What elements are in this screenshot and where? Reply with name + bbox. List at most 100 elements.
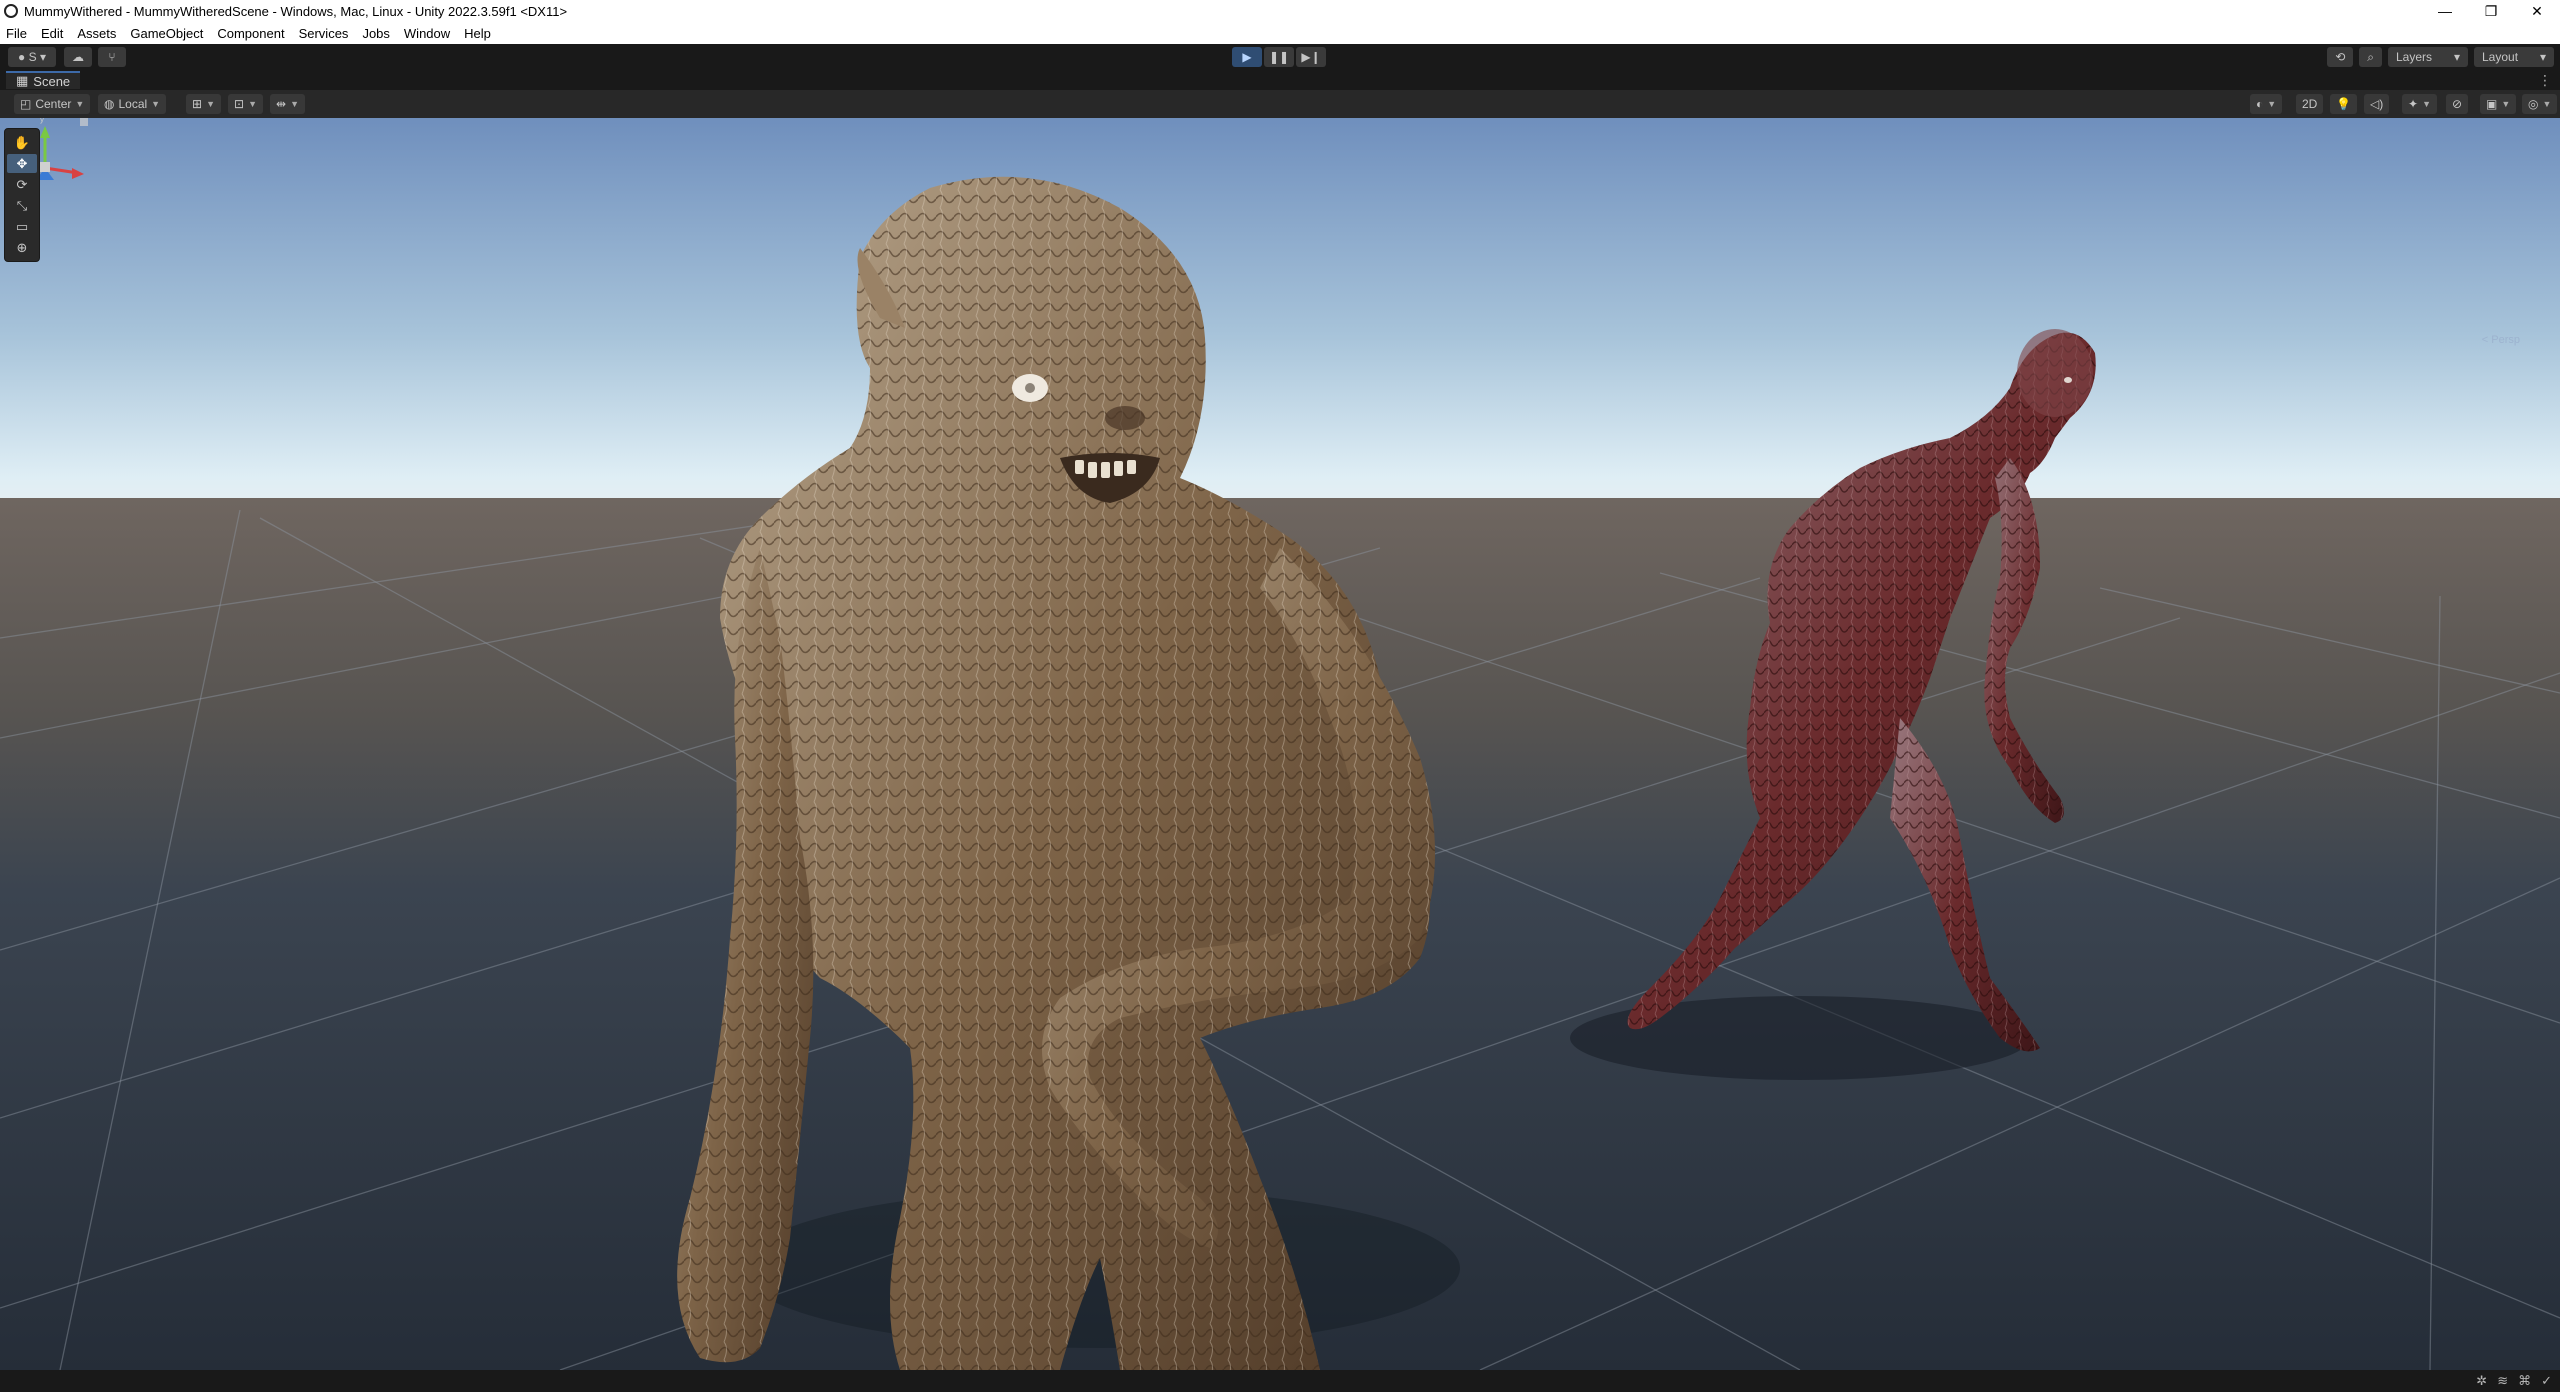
effects-icon: ✦ bbox=[2408, 97, 2419, 111]
lightbulb-icon: 💡 bbox=[2336, 97, 2351, 111]
pause-icon: ❚❚ bbox=[1268, 50, 1290, 64]
chevron-down-icon: ▼ bbox=[75, 99, 85, 109]
step-button[interactable]: ▶❙ bbox=[1296, 47, 1326, 67]
play-button[interactable]: ▶ bbox=[1232, 47, 1262, 67]
menu-gameobject[interactable]: GameObject bbox=[130, 26, 203, 41]
chevron-down-icon: ▼ bbox=[290, 99, 299, 109]
vertex-snap-dropdown[interactable]: ⇹ ▼ bbox=[270, 94, 305, 114]
shading-sphere-icon: ◐ bbox=[2256, 97, 2264, 111]
pivot-icon: ◰ bbox=[20, 97, 32, 111]
rect-icon: ▭ bbox=[15, 218, 29, 234]
menu-help[interactable]: Help bbox=[464, 26, 491, 41]
menu-assets[interactable]: Assets bbox=[77, 26, 116, 41]
undo-history-button[interactable]: ⟲ bbox=[2327, 47, 2354, 67]
menu-services[interactable]: Services bbox=[299, 26, 349, 41]
step-icon: ▶❙ bbox=[1301, 50, 1321, 64]
lighting-toggle[interactable]: 💡 bbox=[2330, 94, 2357, 114]
minimize-button[interactable]: — bbox=[2422, 0, 2468, 22]
speaker-icon: ◁) bbox=[2370, 97, 2384, 111]
maximize-button[interactable]: ❐ bbox=[2468, 0, 2514, 22]
unity-logo-icon bbox=[4, 4, 18, 18]
play-icon: ▶ bbox=[1242, 50, 1252, 64]
pivot-rotation-dropdown[interactable]: ◍ Local ▼ bbox=[98, 94, 167, 114]
menu-file[interactable]: File bbox=[6, 26, 27, 41]
pause-button[interactable]: ❚❚ bbox=[1264, 47, 1294, 67]
grid-snapping-dropdown[interactable]: ⊞ ▼ bbox=[186, 94, 221, 114]
close-button[interactable]: ✕ bbox=[2514, 0, 2560, 22]
branch-icon: ⑂ bbox=[108, 50, 116, 64]
snap-icon: ⊡ bbox=[234, 97, 245, 111]
cloud-icon: ☁ bbox=[72, 50, 84, 64]
status-bar: ✲ ≋ ⌘ ✓ bbox=[0, 1370, 2560, 1392]
move-icon: ✥ bbox=[16, 155, 28, 171]
scene-toolbar: ◰ Center ▼ ◍ Local ▼ ⊞ ▼ ⊡ ▼ ⇹ ▼ ◐ ▼ 2D … bbox=[0, 90, 2560, 118]
chevron-down-icon: ▼ bbox=[206, 99, 215, 109]
2d-toggle[interactable]: 2D bbox=[2296, 94, 2324, 114]
grid-icon: ⊞ bbox=[192, 97, 203, 111]
projection-label[interactable]: < Persp bbox=[2482, 334, 2520, 346]
pivot-mode-dropdown[interactable]: ◰ Center ▼ bbox=[14, 94, 91, 114]
2d-label: 2D bbox=[2302, 97, 2318, 111]
chevron-down-icon: ▾ bbox=[2539, 50, 2546, 64]
eye-slash-icon: ⊘ bbox=[2452, 97, 2463, 111]
gizmos-dropdown[interactable]: ◎ ▼ bbox=[2522, 94, 2558, 114]
window-title: MummyWithered - MummyWitheredScene - Win… bbox=[24, 3, 568, 19]
menu-component[interactable]: Component bbox=[217, 26, 284, 41]
tool-palette: ✋ ✥ ⟳ ⤡ ▭ ⊕ bbox=[4, 128, 40, 262]
svg-text:y: y bbox=[40, 118, 44, 124]
chevron-down-icon: ▾ bbox=[36, 50, 46, 64]
tab-scene[interactable]: ▦ Scene bbox=[6, 71, 81, 89]
space-label: Local bbox=[118, 97, 148, 111]
scale-tool-button[interactable]: ⤡ bbox=[7, 196, 37, 215]
network-icon[interactable]: ⌘ bbox=[2518, 1373, 2531, 1389]
chevron-down-icon: ▼ bbox=[2542, 99, 2552, 109]
account-label: S bbox=[28, 50, 37, 64]
check-icon[interactable]: ✓ bbox=[2541, 1373, 2552, 1389]
account-icon: ● bbox=[18, 50, 29, 64]
kebab-menu-icon[interactable]: ⋮ bbox=[2538, 72, 2552, 89]
search-icon: ⌕ bbox=[2367, 49, 2374, 64]
chevron-down-icon: ▼ bbox=[2267, 99, 2277, 109]
layout-dropdown[interactable]: Layout ▾ bbox=[2474, 47, 2554, 67]
hidden-objects-toggle[interactable]: ⊘ bbox=[2446, 94, 2469, 114]
window-controls: — ❐ ✕ bbox=[2422, 0, 2560, 22]
audio-toggle[interactable]: ◁) bbox=[2364, 94, 2390, 114]
window-title-bar: MummyWithered - MummyWitheredScene - Win… bbox=[0, 0, 2560, 22]
menu-window[interactable]: Window bbox=[404, 26, 450, 41]
hand-tool-button[interactable]: ✋ bbox=[7, 133, 37, 152]
chevron-down-icon: ▼ bbox=[151, 99, 161, 109]
collab-button[interactable]: ⑂ bbox=[98, 47, 126, 67]
menu-jobs[interactable]: Jobs bbox=[362, 26, 389, 41]
layers-stack-icon[interactable]: ≋ bbox=[2497, 1373, 2508, 1389]
layers-dropdown[interactable]: Layers ▾ bbox=[2388, 47, 2468, 67]
hand-icon: ✋ bbox=[13, 134, 31, 150]
local-space-icon: ◍ bbox=[104, 97, 115, 111]
toolbar-right: ⟲ ⌕ Layers ▾ Layout ▾ bbox=[2327, 47, 2554, 67]
gizmos-icon: ◎ bbox=[2528, 97, 2539, 111]
transform-icon: ⊕ bbox=[16, 239, 28, 255]
account-dropdown[interactable]: ● S ▾ bbox=[8, 47, 56, 67]
transform-tool-button[interactable]: ⊕ bbox=[7, 238, 37, 257]
tab-scene-label: Scene bbox=[33, 73, 71, 89]
scene-viewport[interactable]: y < Persp bbox=[0, 118, 2560, 1370]
layout-label: Layout bbox=[2482, 50, 2519, 64]
align-icon: ⇹ bbox=[276, 97, 287, 111]
scale-icon: ⤡ bbox=[16, 197, 28, 213]
history-icon: ⟲ bbox=[2335, 50, 2346, 64]
rotate-tool-button[interactable]: ⟳ bbox=[7, 175, 37, 194]
chevron-down-icon: ▼ bbox=[248, 99, 257, 109]
playmode-controls: ▶ ❚❚ ▶❙ bbox=[1232, 47, 1326, 67]
increment-snap-dropdown[interactable]: ⊡ ▼ bbox=[228, 94, 263, 114]
cloud-button[interactable]: ☁ bbox=[64, 47, 92, 67]
move-tool-button[interactable]: ✥ bbox=[7, 154, 37, 173]
camera-settings-dropdown[interactable]: ▣ ▼ bbox=[2480, 94, 2517, 114]
scene-icon: ▦ bbox=[16, 73, 29, 88]
search-button[interactable]: ⌕ bbox=[2359, 47, 2382, 67]
chevron-down-icon: ▼ bbox=[2422, 99, 2431, 109]
effects-dropdown[interactable]: ✦ ▼ bbox=[2402, 94, 2437, 114]
tab-bar: ▦ Scene ⋮ bbox=[0, 70, 2560, 90]
rect-tool-button[interactable]: ▭ bbox=[7, 217, 37, 236]
draw-mode-dropdown[interactable]: ◐ ▼ bbox=[2250, 94, 2283, 114]
bug-icon[interactable]: ✲ bbox=[2476, 1373, 2487, 1389]
menu-edit[interactable]: Edit bbox=[41, 26, 63, 41]
